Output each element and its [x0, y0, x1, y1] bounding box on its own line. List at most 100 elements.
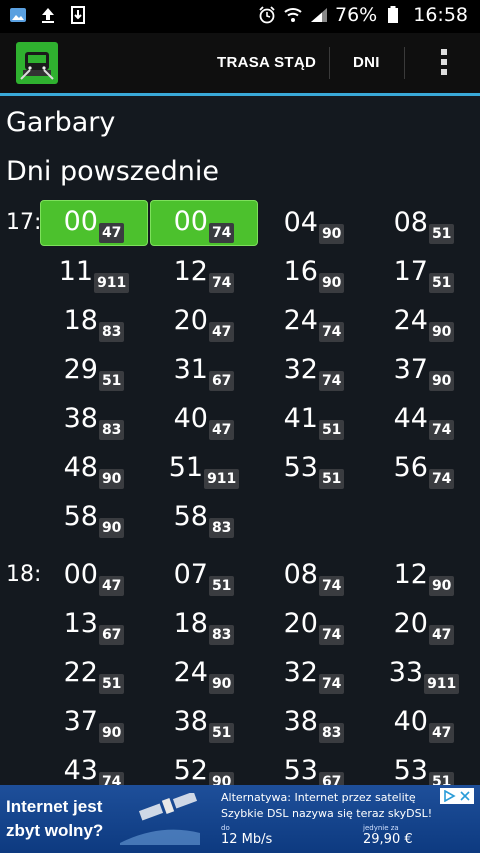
departure-minute: 38	[173, 706, 208, 737]
departure[interactable]: 58 83	[150, 494, 258, 540]
wifi-icon	[283, 5, 303, 25]
departure-minute: 24	[173, 657, 208, 688]
departure-minute: 00	[63, 559, 98, 590]
status-bar: 76% 16:58	[0, 0, 480, 33]
departure[interactable]: 33 911	[370, 650, 478, 696]
departure-minute: 20	[393, 608, 428, 639]
departure-minute: 00	[63, 206, 98, 237]
departure-minute: 11	[58, 256, 94, 287]
line-number-badge: 90	[428, 322, 455, 342]
departure[interactable]: 38 83	[40, 396, 148, 442]
line-number-badge: 47	[208, 420, 235, 440]
departure[interactable]: 44 74	[370, 396, 478, 442]
line-number-badge: 51	[428, 273, 455, 293]
tram-icon[interactable]	[16, 42, 58, 84]
line-number-badge: 51	[98, 371, 125, 391]
departure[interactable]: 24 90	[150, 650, 258, 696]
line-number-badge: 90	[318, 224, 345, 244]
departure[interactable]: 51 911	[150, 445, 258, 491]
departure[interactable]: 24 74	[260, 298, 368, 344]
line-number-badge: 51	[208, 723, 235, 743]
line-number-badge: 83	[208, 625, 235, 645]
departure[interactable]: 08 74	[260, 552, 368, 598]
departure[interactable]: 29 51	[40, 347, 148, 393]
departure[interactable]: 53 51	[260, 445, 368, 491]
departure-minute: 56	[393, 452, 428, 483]
line-number-badge: 51	[208, 576, 235, 596]
departure[interactable]: 18 83	[40, 298, 148, 344]
days-button[interactable]: DNI	[353, 33, 380, 93]
departure[interactable]: 11 911	[40, 249, 148, 295]
departure[interactable]: 38 83	[260, 699, 368, 745]
overflow-menu-icon[interactable]	[440, 49, 448, 77]
departure[interactable]: 40 47	[150, 396, 258, 442]
line-number-badge: 83	[208, 518, 235, 538]
departure[interactable]: 12 90	[370, 552, 478, 598]
next-departure[interactable]: 00 47	[40, 200, 148, 246]
departure[interactable]: 58 90	[40, 494, 148, 540]
ad-speed: 12 Mb/s	[221, 832, 273, 847]
ad-title: Alternatywa: Internet przez satelitę	[221, 791, 416, 804]
action-bar-divider	[329, 47, 330, 79]
line-number-badge: 83	[98, 322, 125, 342]
departure[interactable]: 56 74	[370, 445, 478, 491]
departure-minute: 53	[393, 755, 428, 786]
departure[interactable]: 40 47	[370, 699, 478, 745]
departure[interactable]: 24 90	[370, 298, 478, 344]
departure-minute: 43	[63, 755, 98, 786]
departure[interactable]: 22 51	[40, 650, 148, 696]
line-number-badge: 90	[318, 273, 345, 293]
departure[interactable]: 38 51	[150, 699, 258, 745]
departure[interactable]: 37 90	[40, 699, 148, 745]
departure[interactable]: 41 51	[260, 396, 368, 442]
departure[interactable]: 31 67	[150, 347, 258, 393]
hour-label: 17:	[6, 210, 42, 235]
departure-minute: 32	[283, 657, 318, 688]
departure-minute: 52	[173, 755, 208, 786]
departure[interactable]: 00 47	[40, 552, 148, 598]
departure[interactable]: 12 74	[150, 249, 258, 295]
adchoices-icon[interactable]	[440, 788, 474, 804]
departure-minute: 08	[393, 207, 428, 238]
action-bar: TRASA STĄD DNI	[0, 33, 480, 96]
departure[interactable]: 08 51	[370, 200, 478, 246]
line-number-badge: 74	[208, 223, 235, 243]
departure-minute: 20	[283, 608, 318, 639]
departure-minute: 33	[388, 657, 424, 688]
departure[interactable]: 07 51	[150, 552, 258, 598]
departure[interactable]: 37 90	[370, 347, 478, 393]
departure[interactable]: 13 67	[40, 601, 148, 647]
departure[interactable]: 20 74	[260, 601, 368, 647]
ad-banner[interactable]: Internet jest zbyt wolny? Alternatywa: I…	[0, 785, 480, 853]
departure[interactable]: 18 83	[150, 601, 258, 647]
departure[interactable]: 20 47	[370, 601, 478, 647]
line-number-badge: 74	[318, 576, 345, 596]
departure[interactable]: 32 74	[260, 650, 368, 696]
departure[interactable]: 20 47	[150, 298, 258, 344]
next-departure[interactable]: 00 74	[150, 200, 258, 246]
departure-minute: 08	[283, 559, 318, 590]
line-number-badge: 90	[98, 723, 125, 743]
line-number-badge: 47	[98, 576, 125, 596]
departure-minute: 40	[393, 706, 428, 737]
departure[interactable]: 17 51	[370, 249, 478, 295]
line-number-badge: 911	[424, 674, 460, 694]
departure[interactable]: 04 90	[260, 200, 368, 246]
line-number-badge: 74	[208, 273, 235, 293]
departure[interactable]: 16 90	[260, 249, 368, 295]
route-from-here-button[interactable]: TRASA STĄD	[217, 33, 316, 93]
departure-minute: 22	[63, 657, 98, 688]
line-number-badge: 51	[428, 224, 455, 244]
ad-headline-line2: zbyt wolny?	[6, 821, 104, 840]
line-number-badge: 90	[428, 576, 455, 596]
departure[interactable]: 32 74	[260, 347, 368, 393]
action-bar-divider	[404, 47, 405, 79]
line-number-badge: 47	[98, 223, 125, 243]
line-number-badge: 90	[98, 518, 125, 538]
departure-minute: 53	[283, 755, 318, 786]
departure-minute: 29	[63, 354, 98, 385]
departure-minute: 37	[393, 354, 428, 385]
departure-minute: 44	[393, 403, 428, 434]
line-number-badge: 90	[98, 469, 125, 489]
departure[interactable]: 48 90	[40, 445, 148, 491]
